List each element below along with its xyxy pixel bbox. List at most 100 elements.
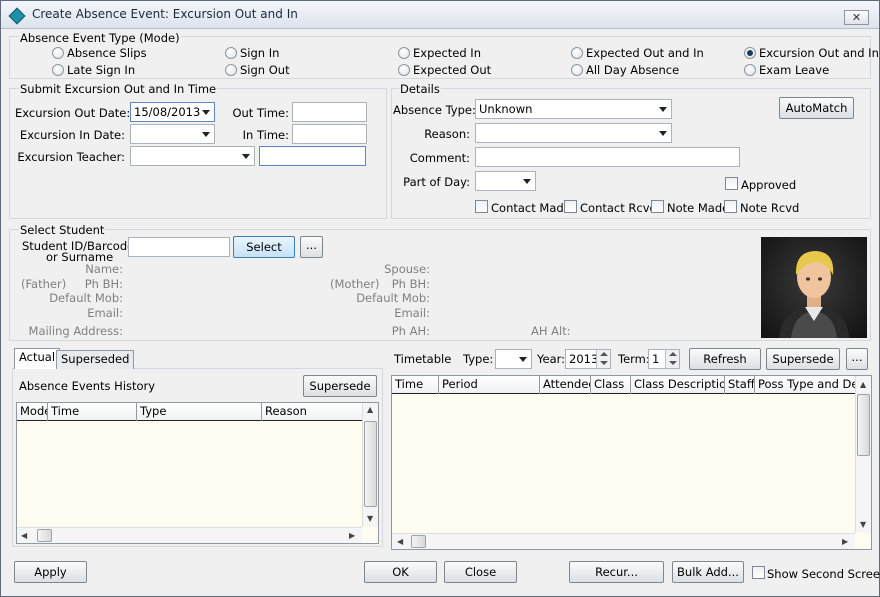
scroll-thumb[interactable] xyxy=(411,535,426,548)
timetable-vertical-scrollbar[interactable]: ▲ ▼ xyxy=(855,376,871,533)
note-rcvd-checkbox[interactable] xyxy=(724,200,737,213)
contact-rcvd-label: Contact Rcvd xyxy=(580,201,657,215)
teacher-select[interactable] xyxy=(130,146,255,166)
radio-exam-leave[interactable] xyxy=(744,64,756,76)
column-staff[interactable]: Staff xyxy=(725,376,755,394)
part-of-day-select[interactable] xyxy=(475,171,536,191)
column-mode[interactable]: Mode xyxy=(17,403,48,421)
history-table[interactable]: Mode Time Type Reason ▲ ▼ ◀ ▶ xyxy=(16,402,379,544)
timetable-supersede-button[interactable]: Supersede xyxy=(766,348,840,370)
scroll-right-icon[interactable]: ▶ xyxy=(349,531,355,541)
spinner-arrows-icon[interactable] xyxy=(665,350,679,368)
tab-superseded[interactable]: Superseded xyxy=(56,350,135,369)
timetable-table[interactable]: Time Period Attended Class Class Descrip… xyxy=(391,375,872,550)
scroll-right-icon[interactable]: ▶ xyxy=(842,537,848,547)
scroll-thumb[interactable] xyxy=(37,529,52,542)
scroll-thumb[interactable] xyxy=(857,394,870,456)
teacher-extra-input[interactable] xyxy=(259,146,366,166)
spouse-label: Spouse: xyxy=(384,262,430,276)
year-value: 2013 xyxy=(569,352,599,366)
approved-checkbox[interactable] xyxy=(725,177,738,190)
teacher-label: Excursion Teacher: xyxy=(17,150,125,164)
radio-all-day-absence[interactable] xyxy=(571,64,583,76)
radio-expected-out[interactable] xyxy=(398,64,410,76)
scroll-down-icon[interactable]: ▼ xyxy=(367,514,373,524)
history-table-header: Mode Time Type Reason xyxy=(17,403,363,421)
timetable-horizontal-scrollbar[interactable]: ◀ ▶ xyxy=(392,533,855,549)
name-label: Name: xyxy=(85,262,123,276)
in-date-picker[interactable] xyxy=(130,124,215,144)
email-label: Email: xyxy=(87,306,123,320)
radio-sign-in[interactable] xyxy=(225,47,237,59)
column-type[interactable]: Type xyxy=(137,403,262,421)
student-photo xyxy=(761,237,867,338)
radio-expected-out-and-in[interactable] xyxy=(571,47,583,59)
column-time[interactable]: Time xyxy=(392,376,439,394)
scroll-left-icon[interactable]: ◀ xyxy=(21,531,27,541)
bulk-add-button[interactable]: Bulk Add... xyxy=(672,561,744,583)
column-class-description[interactable]: Class Description xyxy=(631,376,725,394)
chevron-down-icon xyxy=(242,154,250,159)
absence-type-select[interactable]: Unknown xyxy=(475,99,672,119)
history-supersede-button[interactable]: Supersede xyxy=(303,375,377,397)
column-reason[interactable]: Reason xyxy=(262,403,363,421)
comment-label: Comment: xyxy=(409,151,470,165)
column-class[interactable]: Class xyxy=(591,376,631,394)
recur-button[interactable]: Recur... xyxy=(569,561,664,583)
comment-input[interactable] xyxy=(475,147,740,167)
column-attended[interactable]: Attended xyxy=(540,376,591,394)
term-spinner[interactable]: 1 xyxy=(648,349,680,369)
father-label: (Father) xyxy=(21,277,67,291)
scroll-up-icon[interactable]: ▲ xyxy=(367,405,373,415)
contact-made-checkbox[interactable] xyxy=(475,200,488,213)
close-button[interactable]: Close xyxy=(444,561,517,583)
tab-actual[interactable]: Actual xyxy=(14,348,61,369)
ph-ah-label: Ph AH: xyxy=(391,324,430,338)
column-poss-type[interactable]: Poss Type and Desc xyxy=(755,376,856,394)
timetable-type-select[interactable] xyxy=(495,349,532,369)
mother-default-mob-label: Default Mob: xyxy=(356,291,430,305)
spinner-arrows-icon[interactable] xyxy=(596,350,610,368)
student-id-input[interactable] xyxy=(128,237,230,257)
year-spinner[interactable]: 2013 xyxy=(565,349,611,369)
radio-excursion-out-and-in-label: Excursion Out and In xyxy=(759,46,879,60)
reason-select[interactable] xyxy=(475,123,672,143)
automatch-button[interactable]: AutoMatch xyxy=(779,97,854,119)
show-second-screen-label: Show Second Screen xyxy=(767,567,880,581)
radio-late-sign-in[interactable] xyxy=(52,64,64,76)
student-more-button[interactable]: ... xyxy=(300,236,323,258)
show-second-screen-checkbox[interactable] xyxy=(752,566,765,579)
refresh-button[interactable]: Refresh xyxy=(689,348,761,370)
history-vertical-scrollbar[interactable]: ▲ ▼ xyxy=(362,403,378,527)
radio-sign-out[interactable] xyxy=(225,64,237,76)
select-student-button[interactable]: Select xyxy=(233,236,295,258)
app-icon xyxy=(8,7,26,25)
scroll-down-icon[interactable]: ▼ xyxy=(860,520,866,530)
apply-button[interactable]: Apply xyxy=(14,561,87,583)
out-time-input[interactable] xyxy=(292,102,367,122)
type-label: Type: xyxy=(463,352,494,366)
close-window-button[interactable]: ✕ xyxy=(844,10,869,25)
note-made-checkbox[interactable] xyxy=(651,200,664,213)
column-period[interactable]: Period xyxy=(439,376,540,394)
radio-expected-out-label: Expected Out xyxy=(413,63,492,77)
scroll-thumb[interactable] xyxy=(364,421,377,507)
ok-button[interactable]: OK xyxy=(364,561,437,583)
radio-expected-in[interactable] xyxy=(398,47,410,59)
radio-sign-out-label: Sign Out xyxy=(240,63,290,77)
radio-excursion-out-and-in[interactable] xyxy=(744,47,756,59)
out-date-picker[interactable]: 15/08/2013 xyxy=(130,102,215,122)
radio-expected-in-label: Expected In xyxy=(413,46,481,60)
radio-absence-slips[interactable] xyxy=(52,47,64,59)
in-time-input[interactable] xyxy=(292,124,367,144)
chevron-down-icon xyxy=(202,132,210,137)
default-mob-label: Default Mob: xyxy=(49,291,123,305)
timetable-more-button[interactable]: ... xyxy=(846,348,868,370)
ah-alt-label: AH Alt: xyxy=(531,324,571,338)
mailing-address-label: Mailing Address: xyxy=(28,324,123,338)
scroll-left-icon[interactable]: ◀ xyxy=(397,537,403,547)
scroll-up-icon[interactable]: ▲ xyxy=(860,380,866,390)
contact-rcvd-checkbox[interactable] xyxy=(564,200,577,213)
history-horizontal-scrollbar[interactable]: ◀ ▶ xyxy=(17,527,362,543)
column-time[interactable]: Time xyxy=(48,403,137,421)
